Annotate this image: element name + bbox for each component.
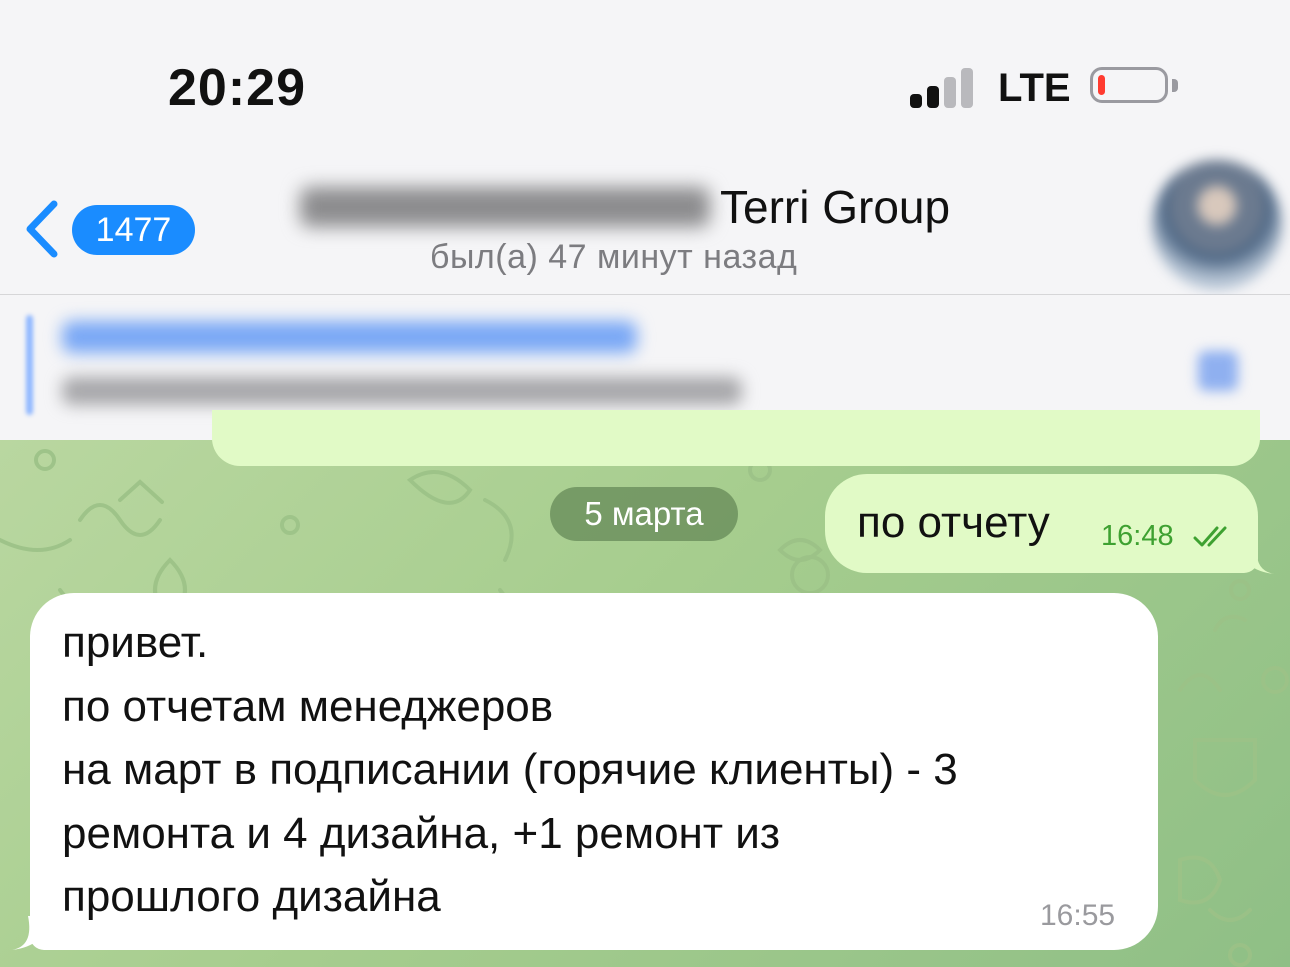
close-icon[interactable]: [1198, 351, 1238, 391]
message-time: 16:48: [1101, 520, 1174, 552]
message-line: прошлого дизайна: [62, 872, 441, 921]
battery-icon: [1090, 67, 1168, 103]
signal-bar: [910, 94, 922, 108]
date-separator: 5 марта: [550, 487, 738, 541]
unread-count-badge[interactable]: 1477: [72, 205, 195, 255]
chat-title[interactable]: Terri Group: [300, 176, 1020, 236]
pinned-title-redacted: [62, 321, 637, 353]
pinned-text-redacted: [62, 377, 742, 405]
bubble-tail-incoming: [12, 916, 50, 950]
redacted-name: [300, 186, 710, 227]
message-line: по отчетам менеджеров: [62, 681, 554, 731]
message-line: привет.: [62, 618, 209, 667]
chevron-left-icon[interactable]: [20, 198, 64, 260]
message-line: на март в подписании (горячие клиенты) -…: [62, 745, 958, 794]
message-time: 16:55: [1040, 899, 1116, 932]
pinned-indicator: [26, 315, 33, 415]
chat-header: 1477 Terri Group был(а) 47 минут назад: [0, 150, 1290, 295]
battery-cap: [1172, 79, 1178, 92]
signal-bar: [961, 68, 973, 108]
message-text: по отчету: [857, 498, 1050, 547]
incoming-message[interactable]: привет. по отчетам менеджеров на март в …: [30, 593, 1158, 950]
chat-title-text: Terri Group: [720, 180, 951, 233]
signal-bar: [944, 77, 956, 108]
message-text: привет. по отчетам менеджеров на март в …: [62, 611, 1142, 929]
bubble-tail-outgoing: [1236, 540, 1274, 574]
battery-level: [1098, 75, 1105, 95]
avatar[interactable]: [1152, 160, 1282, 290]
status-bar: 20:29 LTE: [0, 0, 1290, 150]
double-check-icon: [1193, 526, 1227, 547]
status-time: 20:29: [168, 59, 306, 117]
message-line: ремонта и 4 дизайна, +1 ремонт из: [62, 808, 780, 858]
signal-bar: [927, 86, 939, 108]
network-type: LTE: [998, 66, 1071, 110]
last-seen-status: был(а) 47 минут назад: [430, 238, 798, 276]
cellular-signal-icon: [910, 66, 980, 108]
previous-outgoing-message[interactable]: [212, 410, 1260, 466]
outgoing-message[interactable]: по отчету 16:48: [825, 474, 1258, 573]
